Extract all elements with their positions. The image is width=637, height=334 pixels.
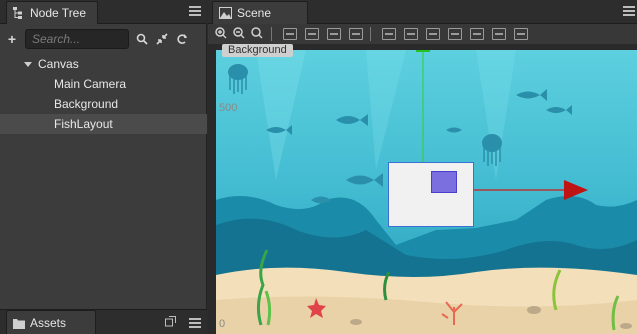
folder-icon (13, 318, 25, 329)
distribute-v-icon[interactable] (448, 28, 462, 40)
align-bottom-icon[interactable] (404, 28, 418, 40)
tree-item-canvas[interactable]: Canvas (0, 54, 207, 74)
align-right-icon[interactable] (327, 28, 341, 40)
align-left-icon[interactable] (283, 28, 297, 40)
align-center-h-icon[interactable] (305, 28, 319, 40)
tab-node-tree[interactable]: Node Tree (6, 1, 98, 24)
search-icon[interactable] (135, 32, 149, 46)
selected-node-label: Background (222, 44, 293, 57)
zoom-in-icon[interactable] (214, 27, 228, 41)
tab-label: Assets (30, 316, 67, 330)
hierarchy-icon (13, 7, 22, 19)
search-input[interactable] (25, 28, 129, 49)
tab-scene[interactable]: Scene (212, 1, 308, 24)
align-middle-v-icon[interactable] (382, 28, 396, 40)
scene-viewport[interactable]: Background 500 0 (208, 44, 637, 334)
scene-icon (219, 7, 232, 19)
distribute-left-icon[interactable] (470, 28, 484, 40)
tab-label: Scene (237, 6, 272, 20)
align-top-icon[interactable] (349, 28, 363, 40)
tree-item-label: Canvas (38, 57, 79, 71)
collapse-icon[interactable] (155, 32, 169, 46)
popout-icon[interactable] (165, 316, 176, 330)
xy-move-handle[interactable] (431, 171, 457, 193)
ruler-label-500: 500 (219, 102, 238, 114)
plus-icon[interactable]: + (5, 31, 19, 47)
zoom-reset-icon[interactable] (250, 27, 264, 41)
scene-panel: Scene Background 500 0 (208, 0, 637, 334)
assets-tabbar: Assets (0, 309, 207, 334)
editor-window: Node Tree + Canvas Main Camera (0, 0, 637, 334)
node-tree-toolbar: + (0, 25, 207, 52)
toolbar-separator (370, 27, 371, 41)
scene-toolbar (208, 24, 637, 44)
zoom-out-icon[interactable] (232, 27, 246, 41)
expand-caret-icon[interactable] (24, 62, 32, 67)
panel-menu-icon[interactable] (623, 6, 635, 16)
tree-item-fishlayout[interactable]: FishLayout (0, 114, 207, 134)
tree-item-label: Background (54, 97, 119, 111)
game-canvas[interactable]: Background 500 0 (216, 44, 637, 334)
node-tree-list: Canvas Main Camera Background FishLayout (0, 54, 207, 134)
tree-item-background[interactable]: Background (0, 94, 207, 114)
toolbar-separator (271, 27, 272, 41)
distribute-center-icon[interactable] (514, 28, 528, 40)
tab-label: Node Tree (30, 6, 87, 20)
distribute-right-icon[interactable] (492, 28, 506, 40)
distribute-h-icon[interactable] (426, 28, 440, 40)
tab-assets[interactable]: Assets (6, 310, 96, 334)
panel-menu-icon[interactable] (189, 6, 201, 16)
node-tree-panel: Node Tree + Canvas Main Camera (0, 0, 207, 334)
ruler-label-0: 0 (219, 318, 226, 330)
node-tree-tabbar: Node Tree (0, 0, 207, 24)
scene-tabbar: Scene (208, 0, 637, 24)
tree-item-label: FishLayout (54, 117, 113, 131)
tree-item-label: Main Camera (54, 77, 127, 91)
refresh-icon[interactable] (175, 32, 189, 46)
tree-item-main-camera[interactable]: Main Camera (0, 74, 207, 94)
panel-menu-icon[interactable] (189, 318, 201, 328)
